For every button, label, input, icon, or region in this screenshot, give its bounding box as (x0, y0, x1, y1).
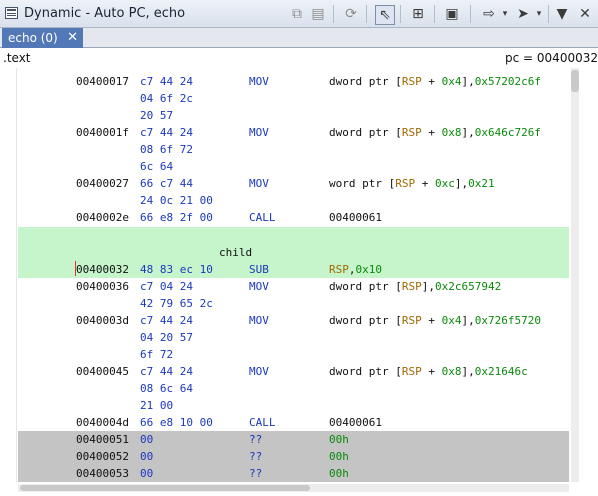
bytes: 48 83 ec 10 (140, 263, 213, 276)
address: 0040003d (76, 314, 129, 327)
operands: word ptr [RSP + 0xc],0x21 (329, 177, 495, 190)
address: 0040002e (76, 211, 129, 224)
menu-dropdown-icon[interactable]: ▼ (553, 5, 571, 23)
toolbar-separator (366, 5, 367, 23)
program-counter: pc = 00400032 (505, 51, 598, 65)
tab-label: echo (0) (8, 31, 58, 45)
call-target[interactable]: 00400061 (329, 414, 382, 431)
bytes: 00 (140, 467, 154, 480)
address: 00400045 (76, 365, 129, 378)
bytes: 66 e8 2f 00 (140, 211, 213, 224)
bytes: c7 44 24 (140, 314, 193, 327)
operands: dword ptr [RSP + 0x8],0x646c726f (329, 126, 541, 139)
operands: 00h (329, 467, 349, 480)
chevron-down-icon[interactable]: ▾ (500, 5, 510, 23)
mnemonic: ?? (249, 450, 263, 463)
goto-arrow-icon[interactable]: ⇨ (477, 5, 501, 23)
paste-icon[interactable]: ▤ (309, 5, 327, 23)
operands: 00h (329, 433, 349, 446)
vertical-scrollbar[interactable] (571, 68, 579, 482)
bytes: 00 (140, 450, 154, 463)
mnemonic: CALL (249, 211, 276, 224)
bytes: 00 (140, 433, 154, 446)
window-menu-icon[interactable] (5, 7, 18, 19)
address: 00400032 (76, 263, 129, 276)
mnemonic: MOV (249, 75, 269, 88)
navigate-icon[interactable]: ➤ (514, 5, 532, 23)
mnemonic: MOV (249, 365, 269, 378)
bytes: c7 04 24 (140, 280, 193, 293)
address: 00400051 (76, 433, 129, 446)
address: 00400027 (76, 177, 129, 190)
call-target[interactable]: 00400061 (329, 209, 382, 226)
address: 0040001f (76, 126, 129, 139)
address: 00400052 (76, 450, 129, 463)
refresh-icon[interactable]: ⟳ (342, 5, 360, 23)
chevron-down-icon[interactable]: ▾ (534, 5, 544, 23)
mnemonic: MOV (249, 314, 269, 327)
operands: dword ptr [RSP + 0x4],0x57202c6f (329, 75, 541, 88)
copy-icon[interactable]: ⧉ (288, 5, 306, 23)
operands: 00h (329, 450, 349, 463)
operands: RSP,0x10 (329, 263, 382, 276)
disassembly-listing[interactable]: 00400017 c7 44 24 MOV dword ptr [RSP + 0… (18, 68, 569, 482)
window-title: Dynamic - Auto PC, echo (24, 6, 186, 21)
function-label: child (219, 246, 253, 259)
bytes: 66 c7 44 (140, 177, 193, 190)
toolbar-separator (400, 5, 401, 23)
toolbar-separator (333, 5, 334, 23)
toolbar-separator (434, 5, 435, 23)
address: 0040004d (76, 416, 129, 429)
stack-export-icon[interactable]: ⊞ (409, 5, 427, 23)
window-titlebar: Dynamic - Auto PC, echo ⧉ ▤ ⟳ ⇖ ⊞ ▣ ⇨ ▾ … (0, 0, 598, 28)
section-name: .text (3, 51, 31, 65)
vertical-scroll-thumb[interactable] (571, 70, 579, 92)
mnemonic: MOV (249, 280, 269, 293)
listing-margin (0, 68, 17, 482)
operands: dword ptr [RSP],0x2c657942 (329, 280, 502, 293)
toolbar-separator (548, 5, 549, 23)
tab-close-icon[interactable]: ✕ (67, 30, 78, 45)
toolbar-separator (470, 5, 471, 23)
address: 00400017 (76, 75, 129, 88)
bytes: c7 44 24 (140, 365, 193, 378)
snapshot-icon[interactable]: ▣ (443, 5, 461, 23)
tab-echo[interactable]: echo (0) ✕ (2, 28, 83, 48)
bytes: c7 44 24 (140, 75, 193, 88)
operands: dword ptr [RSP + 0x4],0x726f5720 (329, 314, 541, 327)
bytes: 66 e8 10 00 (140, 416, 213, 429)
mnemonic: MOV (249, 177, 269, 190)
mnemonic: SUB (249, 263, 269, 276)
operands: dword ptr [RSP + 0x8],0x21646c (329, 365, 528, 378)
address: 00400036 (76, 280, 129, 293)
bytes: c7 44 24 (140, 126, 193, 139)
address: 00400053 (76, 467, 129, 480)
mnemonic: ?? (249, 433, 263, 446)
listing-header: .text pc = 00400032 (0, 49, 598, 67)
mnemonic: MOV (249, 126, 269, 139)
mnemonic: ?? (249, 467, 263, 480)
mnemonic: CALL (249, 416, 276, 429)
tab-bar: echo (0) ✕ (0, 28, 598, 48)
horizontal-scrollbar[interactable] (18, 484, 569, 492)
cursor-select-icon[interactable]: ⇖ (375, 5, 395, 25)
horizontal-scroll-thumb[interactable] (20, 485, 310, 491)
close-icon[interactable]: ✕ (576, 5, 594, 23)
